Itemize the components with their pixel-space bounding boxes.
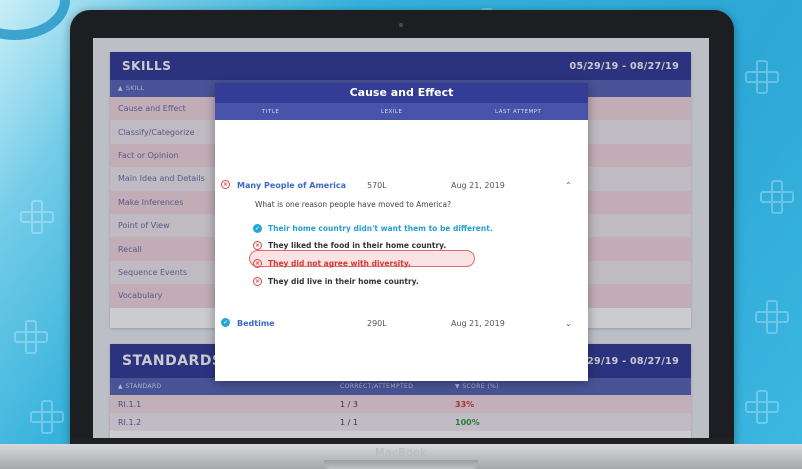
last-attempt-column-label: LAST ATTEMPT <box>495 109 542 115</box>
passage-date: Aug 21, 2019 <box>451 181 505 190</box>
cross-icon <box>30 400 64 434</box>
modal-title: Cause and Effect <box>215 83 588 103</box>
title-column-label: TITLE <box>262 109 280 115</box>
cross-icon <box>14 320 48 354</box>
laptop-screen: SKILLS 05/29/19 - 08/27/19 ▲ SKILL Cause… <box>93 38 709 438</box>
passage-lexile: 570L <box>367 181 387 190</box>
check-icon: ✓ <box>221 318 230 327</box>
cross-icon <box>745 390 779 424</box>
incorrect-icon: × <box>253 277 262 286</box>
cross-icon <box>20 200 54 234</box>
incorrect-icon: × <box>253 241 262 250</box>
laptop-notch <box>324 460 478 469</box>
answer-text: Their home country didn't want them to b… <box>268 224 493 233</box>
passage-title[interactable]: Bedtime <box>237 319 275 328</box>
cross-icon <box>760 180 794 214</box>
question-text: What is one reason people have moved to … <box>255 200 452 209</box>
chevron-up-icon[interactable]: ⌃ <box>565 181 572 190</box>
cross-icon <box>755 300 789 334</box>
device-brand: MacBook <box>375 446 427 459</box>
passage-lexile: 290L <box>367 319 387 328</box>
answer-text: They did not agree with diversity. <box>268 259 411 268</box>
cross-icon <box>745 60 779 94</box>
chevron-down-icon[interactable]: ⌄ <box>565 319 572 328</box>
passage-date: Aug 21, 2019 <box>451 319 505 328</box>
passage-title[interactable]: Many People of America <box>237 181 346 190</box>
answer-text: They liked the food in their home countr… <box>268 241 447 250</box>
lexile-column-label: LEXILE <box>381 109 403 115</box>
modal-column-header: TITLE LEXILE LAST ATTEMPT <box>215 103 588 120</box>
decorative-ring <box>0 0 70 40</box>
camera-icon <box>399 23 403 27</box>
skill-detail-modal: Cause and Effect TITLE LEXILE LAST ATTEM… <box>215 83 588 381</box>
answer-text: They did live in their home country. <box>268 277 419 286</box>
check-icon: ✓ <box>253 224 262 233</box>
incorrect-icon: × <box>253 259 262 268</box>
incorrect-icon: × <box>221 180 230 189</box>
